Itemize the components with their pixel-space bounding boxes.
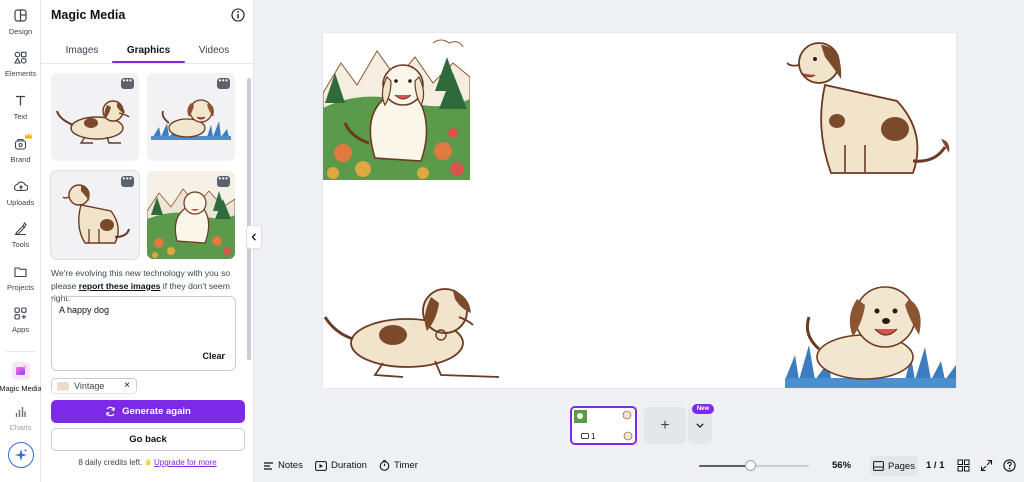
left-rail: Design Elements Text Brand Uploads Tools — [0, 0, 42, 482]
more-options-button[interactable]: ••• — [121, 175, 134, 187]
rail-item-apps[interactable]: Apps — [0, 298, 41, 338]
result-thumbnail-landscape-dog[interactable]: ••• — [147, 171, 235, 259]
rail-item-magic-media[interactable]: Magic Media — [0, 356, 42, 396]
sparkle-icon — [15, 449, 27, 461]
design-page[interactable] — [323, 33, 956, 388]
report-images-link[interactable]: report these images — [79, 281, 161, 291]
generate-label: Generate again — [122, 406, 191, 417]
tab-images[interactable]: Images — [57, 40, 107, 64]
notes-label: Notes — [278, 460, 303, 471]
chevron-left-icon — [251, 233, 256, 241]
pages-button[interactable]: Pages — [870, 456, 918, 476]
canvas-lying-dog[interactable] — [323, 273, 505, 388]
help-icon[interactable] — [1003, 459, 1016, 472]
zoom-slider-fill — [699, 465, 751, 467]
panel-title: Magic Media — [51, 8, 126, 22]
magic-media-icon — [11, 362, 30, 380]
canvas-grass-puppy[interactable] — [785, 265, 956, 388]
elements-icon — [14, 50, 28, 64]
rail-label: Elements — [4, 69, 37, 78]
projects-icon — [14, 264, 28, 278]
rail-label: Charts — [9, 423, 32, 432]
pages-icon — [873, 461, 884, 471]
collapse-panel-button[interactable] — [246, 225, 262, 249]
result-thumbnail-sitting-dog[interactable]: ••• — [50, 170, 140, 260]
tabs-divider — [41, 63, 254, 64]
rail-item-uploads[interactable]: Uploads — [0, 171, 41, 211]
rail-label: Uploads — [6, 198, 35, 207]
credits-text: 8 daily credits left. — [78, 458, 145, 467]
page-thumbnail-1[interactable]: 1 — [570, 406, 637, 445]
credits-info: 8 daily credits left. ♛ Upgrade for more — [41, 458, 254, 467]
canvas-sitting-dog[interactable] — [785, 33, 956, 183]
duration-label: Duration — [331, 460, 367, 471]
rail-label: Design — [8, 27, 33, 36]
design-icon — [14, 8, 28, 22]
result-thumbnail-grass-puppy[interactable]: ••• — [147, 73, 235, 161]
go-back-button[interactable]: Go back — [51, 428, 245, 451]
apps-icon — [14, 306, 28, 320]
rail-item-projects[interactable]: Projects — [0, 256, 41, 296]
refresh-icon — [106, 406, 115, 417]
panel-scrollbar[interactable] — [247, 78, 251, 360]
add-page-button[interactable]: + — [644, 407, 686, 444]
rail-divider — [6, 351, 35, 352]
more-options-button[interactable]: ••• — [217, 77, 230, 89]
upgrade-link[interactable]: Upgrade for more — [154, 458, 217, 467]
canvas-landscape-dog[interactable] — [323, 33, 470, 180]
zoom-level[interactable]: 56% — [832, 460, 851, 471]
pages-label: Pages — [888, 460, 915, 472]
timer-label: Timer — [394, 460, 418, 471]
magic-media-panel: Magic Media Images Graphics Videos ••• •… — [41, 0, 254, 482]
rail-label: Text — [13, 112, 28, 121]
active-tab-indicator — [112, 61, 185, 63]
info-icon[interactable] — [231, 8, 245, 22]
rail-label: Apps — [11, 325, 30, 334]
generate-again-button[interactable]: Generate again — [51, 400, 245, 423]
crown-icon: ♛ — [144, 458, 154, 467]
grid-view-icon[interactable] — [957, 459, 970, 472]
ai-assistant-button[interactable] — [8, 442, 34, 468]
chevron-down-icon — [696, 423, 704, 428]
rail-label: Brand — [10, 155, 31, 164]
result-thumbnail-lying-dog[interactable]: ••• — [51, 73, 139, 161]
duration-icon — [315, 460, 327, 471]
uploads-icon — [13, 179, 28, 193]
tab-videos[interactable]: Videos — [191, 40, 237, 64]
page-number-label: 1 — [579, 432, 598, 441]
new-badge: New — [692, 404, 714, 414]
duration-button[interactable]: Duration — [315, 460, 367, 471]
prompt-text[interactable]: A happy dog — [59, 305, 109, 315]
clear-button[interactable]: Clear — [202, 351, 225, 361]
rail-item-text[interactable]: Text — [0, 85, 41, 125]
notes-icon — [264, 461, 273, 470]
page-count: 1 / 1 — [926, 460, 945, 471]
bottom-bar: Notes Duration Timer 56% Pages 1 / 1 — [254, 452, 1024, 482]
rail-item-tools[interactable]: Tools — [0, 213, 41, 253]
more-options-button[interactable]: ••• — [121, 77, 134, 89]
comment-icon — [581, 433, 589, 439]
rail-item-brand[interactable]: Brand — [0, 128, 41, 168]
timer-icon — [379, 460, 390, 471]
rail-item-charts[interactable]: Charts — [0, 396, 41, 436]
rail-item-elements[interactable]: Elements — [0, 42, 41, 82]
prompt-input[interactable]: A happy dog Clear — [51, 296, 236, 371]
rail-item-design[interactable]: Design — [0, 0, 41, 40]
charts-icon — [14, 404, 28, 418]
fullscreen-icon[interactable] — [980, 459, 993, 472]
rail-label: Magic Media — [0, 384, 42, 393]
crown-icon — [25, 133, 32, 139]
notes-button[interactable]: Notes — [263, 460, 303, 471]
text-icon — [14, 93, 28, 107]
rail-label: Projects — [6, 283, 35, 292]
more-options-button[interactable]: ••• — [217, 175, 230, 187]
scroll-fade — [41, 388, 246, 398]
zoom-slider-handle[interactable] — [745, 460, 757, 471]
timer-button[interactable]: Timer — [379, 460, 418, 471]
rail-label: Tools — [11, 240, 30, 249]
tools-icon — [14, 221, 28, 235]
page-number: 1 — [591, 432, 596, 441]
